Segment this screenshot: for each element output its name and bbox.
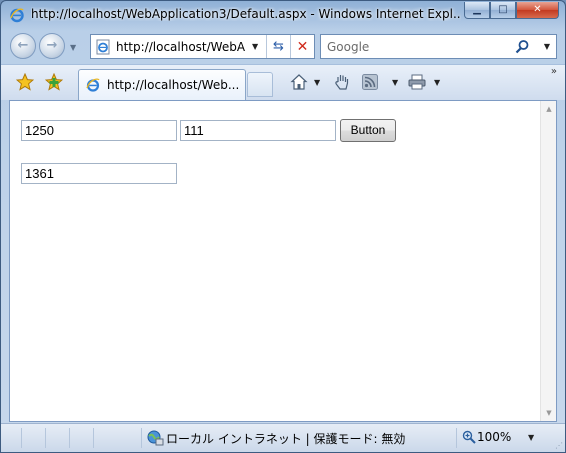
search-input[interactable]: Google (327, 40, 369, 54)
search-provider-dropdown-icon[interactable]: ▼ (544, 42, 550, 51)
search-box[interactable]: Google ▼ (320, 34, 557, 59)
textbox-2[interactable]: 111 (180, 120, 336, 141)
stop-icon: ✕ (296, 38, 309, 55)
title-bar[interactable]: http://localhost/WebApplication3/Default… (1, 1, 565, 29)
status-bar: ローカル イントラネット | 保護モード: 無効 100% ▼ ⋰ (1, 423, 565, 452)
forward-arrow-icon: → (46, 38, 58, 53)
ie-page-icon (86, 78, 100, 92)
resize-grip-icon[interactable]: ⋰ (555, 441, 563, 450)
printer-icon (408, 74, 426, 90)
submit-button[interactable]: Button (340, 119, 396, 142)
new-tab-button[interactable] (247, 72, 273, 97)
forward-button[interactable]: → (39, 33, 65, 59)
address-input[interactable]: http://localhost/WebA (116, 40, 248, 54)
recent-pages-dropdown[interactable]: ▼ (70, 43, 76, 52)
navigation-bar: ← → ▼ http://localhost/WebA ▼ ⇆ ✕ Google (1, 29, 565, 63)
zoom-level[interactable]: 100% (477, 430, 511, 444)
caption-buttons: ▁ □ ✕ (464, 2, 559, 19)
minimize-button[interactable]: ▁ (464, 2, 490, 19)
result-textbox[interactable]: 1361 (21, 163, 177, 184)
page-icon (96, 39, 110, 54)
close-icon: ✕ (533, 4, 542, 15)
add-favorites-icon[interactable] (45, 73, 63, 91)
status-divider (456, 428, 457, 448)
status-divider (93, 428, 94, 448)
rss-feed-icon (362, 74, 378, 90)
feeds-dropdown-icon[interactable]: ▼ (392, 78, 398, 87)
print-dropdown-icon[interactable]: ▼ (434, 78, 440, 87)
home-dropdown-icon[interactable]: ▼ (314, 78, 320, 87)
minimize-icon: ▁ (473, 4, 481, 15)
vertical-scrollbar[interactable]: ▲ ▼ (540, 101, 556, 421)
refresh-icon: ⇆ (273, 39, 284, 54)
window-title: http://localhost/WebApplication3/Default… (31, 7, 461, 21)
tab-label: http://localhost/Web... (107, 78, 240, 92)
back-button[interactable]: ← (10, 33, 36, 59)
hand-tool-button[interactable] (334, 73, 350, 91)
print-button[interactable]: ▼ (408, 73, 440, 91)
back-arrow-icon: ← (17, 38, 29, 53)
home-button[interactable]: ▼ (290, 73, 320, 91)
favorites-star-icon[interactable] (16, 73, 34, 91)
refresh-button[interactable]: ⇆ (266, 35, 290, 58)
textbox-1[interactable]: 1250 (21, 120, 177, 141)
status-divider (69, 428, 70, 448)
security-zone-text[interactable]: ローカル イントラネット | 保護モード: 無効 (166, 430, 405, 447)
page-content: 1250 111 Button 1361 ▲ ▼ (9, 100, 557, 422)
zoom-dropdown-icon[interactable]: ▼ (528, 433, 534, 442)
scroll-up-icon[interactable]: ▲ (541, 105, 557, 113)
status-divider (21, 428, 22, 448)
status-divider (45, 428, 46, 448)
home-icon (290, 74, 308, 90)
more-commands-chevron-icon[interactable]: » (551, 66, 557, 77)
status-divider (141, 428, 142, 448)
zoom-icon[interactable] (462, 430, 476, 444)
tab-bar: http://localhost/Web... ▼ ▼ ▼ » (1, 64, 565, 100)
scroll-down-icon[interactable]: ▼ (541, 409, 557, 417)
close-button[interactable]: ✕ (516, 2, 559, 19)
address-bar[interactable]: http://localhost/WebA ▼ ⇆ ✕ (90, 34, 315, 59)
search-icon[interactable] (514, 39, 530, 55)
maximize-button[interactable]: □ (490, 2, 516, 19)
feeds-button[interactable]: ▼ (362, 73, 398, 91)
ie-logo-icon (10, 8, 24, 23)
hand-icon (335, 75, 349, 90)
browser-window: http://localhost/WebApplication3/Default… (0, 0, 566, 453)
address-dropdown-icon[interactable]: ▼ (252, 42, 262, 51)
intranet-zone-icon (147, 430, 164, 446)
tab-current-page[interactable]: http://localhost/Web... (78, 69, 246, 100)
maximize-icon: □ (498, 4, 508, 15)
web-page: 1250 111 Button 1361 (10, 101, 541, 421)
stop-button[interactable]: ✕ (290, 35, 314, 58)
